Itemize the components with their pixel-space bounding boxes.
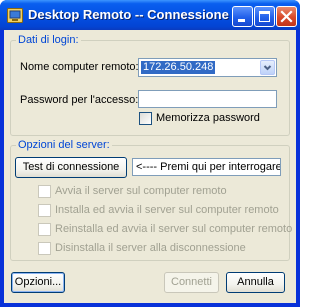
minimize-button[interactable] xyxy=(232,6,253,27)
start-server-checkbox[interactable] xyxy=(38,185,51,198)
password-label: Password per l'accesso: xyxy=(20,94,139,106)
computer-label: Nome computer remoto: xyxy=(20,61,139,73)
server-hint-field: <---- Premi qui per interrogare il serve… xyxy=(132,158,281,176)
server-hint-text: <---- Premi qui per interrogare il serve… xyxy=(136,161,281,173)
title-bar[interactable]: Desktop Remoto -- Connessione xyxy=(0,0,300,30)
login-group: Dati di login: Nome computer remoto: 172… xyxy=(10,34,290,136)
dialog-body: Dati di login: Nome computer remoto: 172… xyxy=(4,30,296,303)
uninstall-server-label: Disinstalla il server alla disconnession… xyxy=(55,242,246,254)
start-server-label: Avvia il server sul computer remoto xyxy=(55,185,227,197)
close-button[interactable] xyxy=(276,6,297,27)
cancel-button[interactable]: Annulla xyxy=(226,272,285,293)
remember-password-checkbox[interactable] xyxy=(139,112,152,125)
server-options-legend: Opzioni del server: xyxy=(16,139,112,151)
remote-desktop-icon xyxy=(7,8,23,23)
install-server-label: Installa ed avvia il server sul computer… xyxy=(55,204,279,216)
server-options-group: Opzioni del server: Test di connessione … xyxy=(10,139,293,261)
chevron-down-icon[interactable] xyxy=(260,60,275,75)
login-group-legend: Dati di login: xyxy=(16,34,81,46)
install-server-checkbox[interactable] xyxy=(38,204,51,217)
window-title: Desktop Remoto -- Connessione xyxy=(28,7,229,22)
maximize-button[interactable] xyxy=(254,6,275,27)
reinstall-server-checkbox[interactable] xyxy=(38,223,51,236)
test-connection-button[interactable]: Test di connessione xyxy=(15,157,127,178)
connect-button[interactable]: Connetti xyxy=(164,272,219,293)
dialog-window: Desktop Remoto -- Connessione Dati di lo… xyxy=(0,0,300,307)
options-button[interactable]: Opzioni... xyxy=(11,272,65,293)
computer-value: 172.26.50.248 xyxy=(141,61,216,74)
password-field[interactable] xyxy=(138,90,277,108)
computer-combobox[interactable]: 172.26.50.248 xyxy=(138,58,277,77)
reinstall-server-label: Reinstalla ed avvia il server sul comput… xyxy=(55,223,293,235)
uninstall-server-checkbox[interactable] xyxy=(38,242,51,255)
remember-password-label[interactable]: Memorizza password xyxy=(156,112,260,124)
